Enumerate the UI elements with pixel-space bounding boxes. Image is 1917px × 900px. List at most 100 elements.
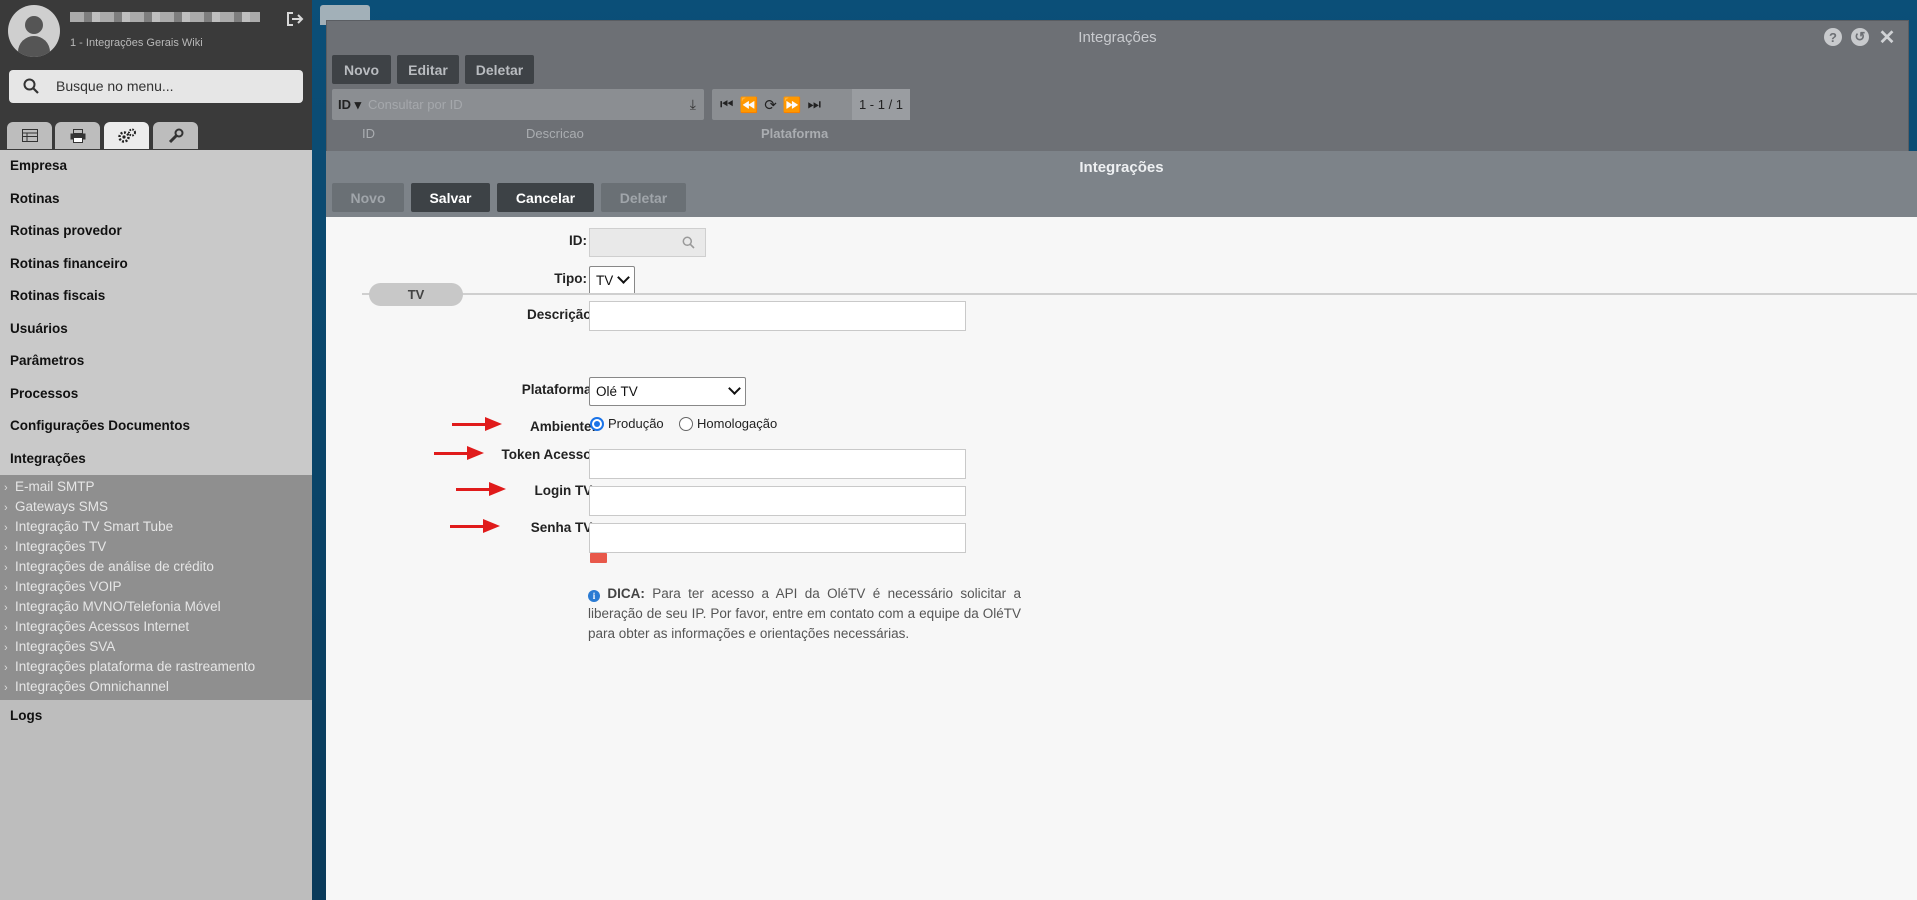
integracoes-submenu: › E-mail SMTP › Gateways SMS › Integração T…	[0, 475, 312, 700]
submenu-item[interactable]: › Integração MVNO/Telefonia Móvel	[0, 597, 312, 617]
submenu-label: E-mail SMTP	[15, 479, 95, 494]
print-icon[interactable]	[55, 122, 100, 149]
sidebar-item-rotinas-provedor[interactable]: Rotinas provedor	[0, 215, 312, 248]
tipo-select[interactable]: TV	[589, 266, 635, 295]
refresh-icon[interactable]: ⟳	[764, 96, 777, 114]
search-icon[interactable]	[682, 236, 695, 249]
submenu-item[interactable]: › Integrações VOIP	[0, 577, 312, 597]
sidebar-item-processos[interactable]: Processos	[0, 378, 312, 411]
password-strength-indicator	[590, 553, 607, 563]
chevron-right-icon: ›	[4, 562, 8, 574]
search-field-select[interactable]: ID ▾	[338, 97, 361, 113]
column-header-plataforma[interactable]: Plataforma	[761, 126, 828, 141]
sidebar-item-integracoes[interactable]: Integrações	[0, 443, 312, 476]
submenu-label: Gateways SMS	[15, 499, 109, 514]
login-tv-field[interactable]	[589, 486, 966, 516]
submenu-label: Integrações de análise de crédito	[15, 559, 214, 574]
submenu-item[interactable]: › Integrações SVA	[0, 637, 312, 657]
radio-homologacao[interactable]: Homologação	[679, 416, 777, 431]
sidebar-tabs	[0, 120, 312, 150]
chevron-right-icon: ›	[4, 602, 8, 614]
help-icon[interactable]: ?	[1824, 28, 1842, 46]
cancelar-button[interactable]: Cancelar	[497, 183, 594, 212]
id-field[interactable]	[589, 228, 706, 257]
logout-icon[interactable]	[286, 11, 304, 27]
tip-prefix: DICA:	[607, 586, 645, 601]
next-page-icon[interactable]: ⏩	[783, 96, 802, 114]
sidebar-item-empresa[interactable]: Empresa	[0, 150, 312, 183]
radio-producao[interactable]: Produção	[590, 416, 664, 431]
section-tv-label[interactable]: TV	[369, 283, 463, 306]
info-icon: i	[588, 590, 600, 602]
sidebar-item-parametros[interactable]: Parâmetros	[0, 345, 312, 378]
senha-label: Senha TV:	[530, 520, 596, 535]
submenu-item[interactable]: › Integrações TV	[0, 537, 312, 557]
novo-button[interactable]: Novo	[332, 183, 404, 212]
column-header-id[interactable]: ID	[362, 126, 375, 141]
table-icon[interactable]	[7, 122, 52, 149]
submenu-item[interactable]: › Integrações de análise de crédito	[0, 557, 312, 577]
download-icon[interactable]: ⤓	[690, 96, 696, 113]
close-icon[interactable]: ✕	[1878, 27, 1896, 49]
chevron-down-icon	[617, 271, 630, 284]
submenu-item[interactable]: › Gateways SMS	[0, 497, 312, 517]
chevron-right-icon: ›	[4, 522, 8, 534]
first-page-icon[interactable]: ⏮	[720, 96, 734, 113]
user-name-blurred	[70, 12, 260, 22]
user-subtitle: 1 - Integrações Gerais Wiki	[70, 37, 203, 49]
token-label: Token Acesso:	[501, 447, 596, 462]
submenu-item[interactable]: › Integrações plataforma de rastreamento	[0, 657, 312, 677]
prev-page-icon[interactable]: ⏪	[740, 96, 759, 114]
editar-button[interactable]: Editar	[397, 55, 459, 84]
app-window: 1 - Integrações Gerais Wiki Busque no me…	[0, 0, 1917, 900]
submenu-label: Integrações SVA	[15, 639, 116, 654]
search-field-label: ID	[338, 97, 351, 112]
history-icon[interactable]: ↺	[1851, 28, 1869, 46]
plataforma-value: Olé TV	[596, 384, 638, 399]
submenu-item[interactable]: › Integrações Acessos Internet	[0, 617, 312, 637]
section-divider	[362, 293, 1917, 295]
submenu-item[interactable]: › Integração TV Smart Tube	[0, 517, 312, 537]
id-label-text: ID:	[568, 233, 587, 248]
novo-button[interactable]: Novo	[332, 55, 391, 84]
sidebar-item-usuarios[interactable]: Usuários	[0, 313, 312, 346]
chevron-right-icon: ›	[4, 502, 8, 514]
sidebar-item-logs[interactable]: Logs	[0, 700, 312, 732]
last-page-icon[interactable]: ⏭	[807, 96, 821, 113]
submenu-label: Integração MVNO/Telefonia Móvel	[15, 599, 221, 614]
submenu-item[interactable]: › Integrações Omnichannel	[0, 677, 312, 697]
sidebar-item-rotinas-fiscais[interactable]: Rotinas fiscais	[0, 280, 312, 313]
chevron-down-icon	[728, 382, 741, 395]
deletar-button[interactable]: Deletar	[465, 55, 534, 84]
deletar-button[interactable]: Deletar	[601, 183, 686, 212]
gears-icon[interactable]	[104, 122, 149, 149]
ambiente-label: Ambiente:	[529, 419, 596, 434]
radio-homologacao-label: Homologação	[697, 416, 778, 431]
sidebar-item-rotinas[interactable]: Rotinas	[0, 183, 312, 216]
tip-text: i DICA: Para ter acesso a API da OléTV é…	[588, 584, 1021, 644]
menu-search-input[interactable]: Busque no menu...	[9, 70, 303, 103]
submenu-label: Integrações TV	[15, 539, 107, 554]
senha-tv-field[interactable]	[589, 523, 966, 553]
background-window-title: Integrações	[1078, 29, 1157, 46]
submenu-label: Integrações VOIP	[15, 579, 122, 594]
token-acesso-field[interactable]	[589, 449, 966, 479]
wrench-icon[interactable]	[153, 122, 198, 149]
submenu-item[interactable]: › E-mail SMTP	[0, 477, 312, 497]
menu-search-placeholder: Busque no menu...	[56, 78, 174, 94]
consult-placeholder: Consultar por ID	[368, 97, 463, 112]
plataforma-label: Plataforma:	[521, 382, 596, 397]
chevron-right-icon: ›	[4, 642, 8, 654]
column-header-descricao[interactable]: Descricao	[526, 126, 584, 141]
avatar[interactable]	[8, 5, 60, 57]
sidebar-item-configuracoes-documentos[interactable]: Configurações Documentos	[0, 410, 312, 443]
sidebar-item-rotinas-financeiro[interactable]: Rotinas financeiro	[0, 248, 312, 281]
salvar-button[interactable]: Salvar	[411, 183, 490, 212]
descricao-field[interactable]	[589, 301, 966, 331]
chevron-right-icon: ›	[4, 662, 8, 674]
plataforma-select[interactable]: Olé TV	[589, 377, 746, 406]
radio-dot	[679, 416, 693, 431]
submenu-label: Integrações Omnichannel	[15, 679, 169, 694]
tipo-value: TV	[596, 273, 614, 288]
consult-search[interactable]: ID ▾ Consultar por ID ⤓	[332, 89, 704, 120]
